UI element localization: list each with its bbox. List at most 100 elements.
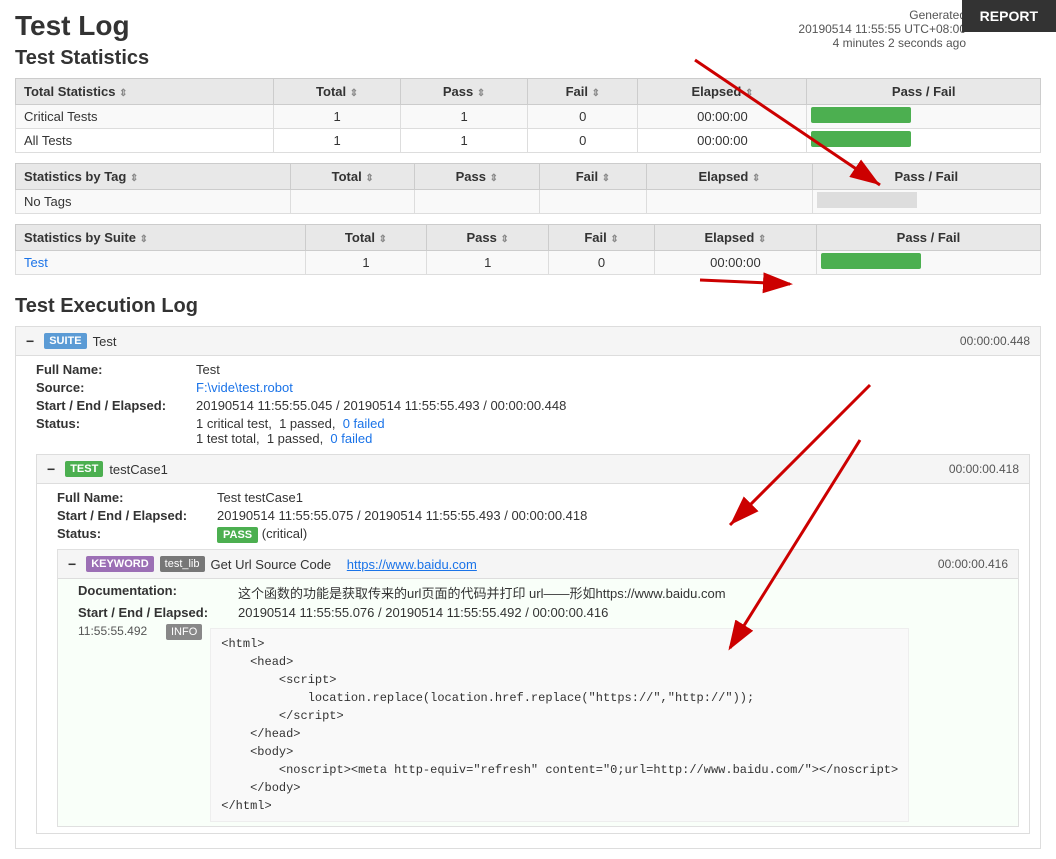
row-elapsed xyxy=(647,190,812,214)
col-elapsed[interactable]: Elapsed ⇕ xyxy=(638,79,807,105)
sort-icon: ⇕ xyxy=(501,234,509,245)
keyword-doc-value: 这个函数的功能是获取传来的url页面的代码并打印 url——形如https://… xyxy=(238,583,726,602)
col-suite-pass-fail[interactable]: Pass / Fail xyxy=(816,225,1040,251)
progress-bar-fill xyxy=(821,253,921,269)
row-name: Critical Tests xyxy=(16,105,274,129)
row-pass xyxy=(415,190,539,214)
execution-log-heading: Test Execution Log xyxy=(15,295,1041,318)
keyword-details: Documentation: 这个函数的功能是获取传来的url页面的代码并打印 … xyxy=(58,579,1018,826)
suite-status-row: Status: 1 critical test, 1 passed, 0 fai… xyxy=(36,416,1030,446)
sort-icon: ⇕ xyxy=(130,173,138,184)
suite-timing-label: Start / End / Elapsed: xyxy=(36,398,196,413)
suite-name: Test xyxy=(93,334,117,349)
row-fail: 0 xyxy=(549,251,655,275)
test-timing-value: 20190514 11:55:55.075 / 20190514 11:55:5… xyxy=(217,508,587,523)
sort-icon: ⇕ xyxy=(477,88,485,99)
row-pass: 1 xyxy=(400,105,527,129)
suite-badge: SUITE xyxy=(44,333,86,349)
row-name: No Tags xyxy=(16,190,291,214)
keyword-collapse-btn[interactable]: − xyxy=(68,556,76,572)
row-pass: 1 xyxy=(400,129,527,153)
keyword-lib-badge: test_lib xyxy=(160,556,205,572)
test-status-label: Status: xyxy=(57,526,217,541)
generated-ago: 4 minutes 2 seconds ago xyxy=(833,36,966,50)
suite-header: − SUITE Test 00:00:00.448 xyxy=(16,327,1040,356)
keyword-elapsed: 00:00:00.416 xyxy=(938,557,1008,571)
keyword-badge: KEYWORD xyxy=(86,556,153,572)
col-suite-total[interactable]: Total ⇕ xyxy=(305,225,426,251)
row-name: Test xyxy=(16,251,306,275)
keyword-doc-label: Documentation: xyxy=(78,583,238,598)
test-full-name-label: Full Name: xyxy=(57,490,217,505)
sort-icon: ⇕ xyxy=(119,88,127,99)
col-total[interactable]: Total ⇕ xyxy=(274,79,401,105)
sort-icon: ⇕ xyxy=(745,88,753,99)
test-statistics-section: Test Statistics Total Statistics ⇕ Total… xyxy=(0,47,1056,295)
row-total xyxy=(291,190,415,214)
total-statistics-table: Total Statistics ⇕ Total ⇕ Pass ⇕ Fail ⇕… xyxy=(15,78,1041,153)
suite-timing-row: Start / End / Elapsed: 20190514 11:55:55… xyxy=(36,398,1030,413)
sort-icon: ⇕ xyxy=(350,88,358,99)
keyword-block: − KEYWORD test_lib Get Url Source Code h… xyxy=(57,549,1019,827)
suite-status-label: Status: xyxy=(36,416,196,431)
test-badge: TEST xyxy=(65,461,103,477)
progress-bar xyxy=(821,253,921,269)
col-suite-statistics[interactable]: Statistics by Suite ⇕ xyxy=(16,225,306,251)
suite-collapse-btn[interactable]: − xyxy=(26,333,34,349)
generated-datetime: 20190514 11:55:55 UTC+08:00 xyxy=(798,22,966,36)
test-elapsed: 00:00:00.418 xyxy=(949,462,1019,476)
col-tag-pass[interactable]: Pass ⇕ xyxy=(415,164,539,190)
sort-icon: ⇕ xyxy=(365,173,373,184)
col-suite-elapsed[interactable]: Elapsed ⇕ xyxy=(654,225,816,251)
sort-icon: ⇕ xyxy=(758,234,766,245)
sort-icon: ⇕ xyxy=(602,173,610,184)
col-tag-total[interactable]: Total ⇕ xyxy=(291,164,415,190)
keyword-timing-label: Start / End / Elapsed: xyxy=(78,605,238,620)
test-details: Full Name: Test testCase1 Start / End / … xyxy=(37,484,1029,833)
row-pass-fail-bar xyxy=(816,251,1040,275)
suite-source-row: Source: F:\vide\test.robot xyxy=(36,380,1030,395)
col-tag-fail[interactable]: Fail ⇕ xyxy=(539,164,647,190)
suite-full-name-value: Test xyxy=(196,362,220,377)
test-timing-row: Start / End / Elapsed: 20190514 11:55:55… xyxy=(57,508,1019,523)
col-suite-pass[interactable]: Pass ⇕ xyxy=(427,225,549,251)
report-button[interactable]: REPORT xyxy=(962,0,1056,32)
col-tag-statistics[interactable]: Statistics by Tag ⇕ xyxy=(16,164,291,190)
keyword-url-link[interactable]: https://www.baidu.com xyxy=(347,557,477,572)
suite-timing-value: 20190514 11:55:55.045 / 20190514 11:55:5… xyxy=(196,398,566,413)
sort-icon: ⇕ xyxy=(592,88,600,99)
test-timing-label: Start / End / Elapsed: xyxy=(57,508,217,523)
col-pass-fail[interactable]: Pass / Fail xyxy=(807,79,1041,105)
suite-status-line2: 1 test total, 1 passed, 0 failed xyxy=(196,431,372,446)
sort-icon: ⇕ xyxy=(610,234,618,245)
col-fail[interactable]: Fail ⇕ xyxy=(528,79,638,105)
keyword-doc-row: Documentation: 这个函数的功能是获取传来的url页面的代码并打印 … xyxy=(78,583,1008,602)
test-statistics-heading: Test Statistics xyxy=(15,47,1041,70)
test-full-name-row: Full Name: Test testCase1 xyxy=(57,490,1019,505)
test-status-value: PASS (critical) xyxy=(217,526,307,541)
keyword-log-code: <html> <head> <script> location.replace(… xyxy=(210,628,909,822)
suite-block: − SUITE Test 00:00:00.448 Full Name: Tes… xyxy=(15,326,1041,849)
keyword-header: − KEYWORD test_lib Get Url Source Code h… xyxy=(58,550,1018,579)
suite-failed-link1[interactable]: 0 failed xyxy=(343,416,385,431)
suite-source-link[interactable]: F:\vide\test.robot xyxy=(196,380,293,395)
table-row: Test 1 1 0 00:00:00 xyxy=(16,251,1041,275)
keyword-log-badge: INFO xyxy=(166,624,202,640)
col-pass[interactable]: Pass ⇕ xyxy=(400,79,527,105)
col-tag-pass-fail[interactable]: Pass / Fail xyxy=(812,164,1040,190)
col-total-statistics[interactable]: Total Statistics ⇕ xyxy=(16,79,274,105)
row-total: 1 xyxy=(274,105,401,129)
row-name: All Tests xyxy=(16,129,274,153)
table-row: Critical Tests 1 1 0 00:00:00 xyxy=(16,105,1041,129)
keyword-name: Get Url Source Code xyxy=(211,557,332,572)
suite-details: Full Name: Test Source: F:\vide\test.rob… xyxy=(16,356,1040,848)
test-pass-badge: PASS xyxy=(217,527,258,543)
row-pass-fail-bar xyxy=(812,190,1040,214)
test-collapse-btn[interactable]: − xyxy=(47,461,55,477)
suite-elapsed: 00:00:00.448 xyxy=(960,334,1030,348)
progress-bar-empty xyxy=(817,192,917,208)
col-suite-fail[interactable]: Fail ⇕ xyxy=(549,225,655,251)
suite-failed-link2[interactable]: 0 failed xyxy=(330,431,372,446)
table-row: No Tags xyxy=(16,190,1041,214)
col-tag-elapsed[interactable]: Elapsed ⇕ xyxy=(647,164,812,190)
